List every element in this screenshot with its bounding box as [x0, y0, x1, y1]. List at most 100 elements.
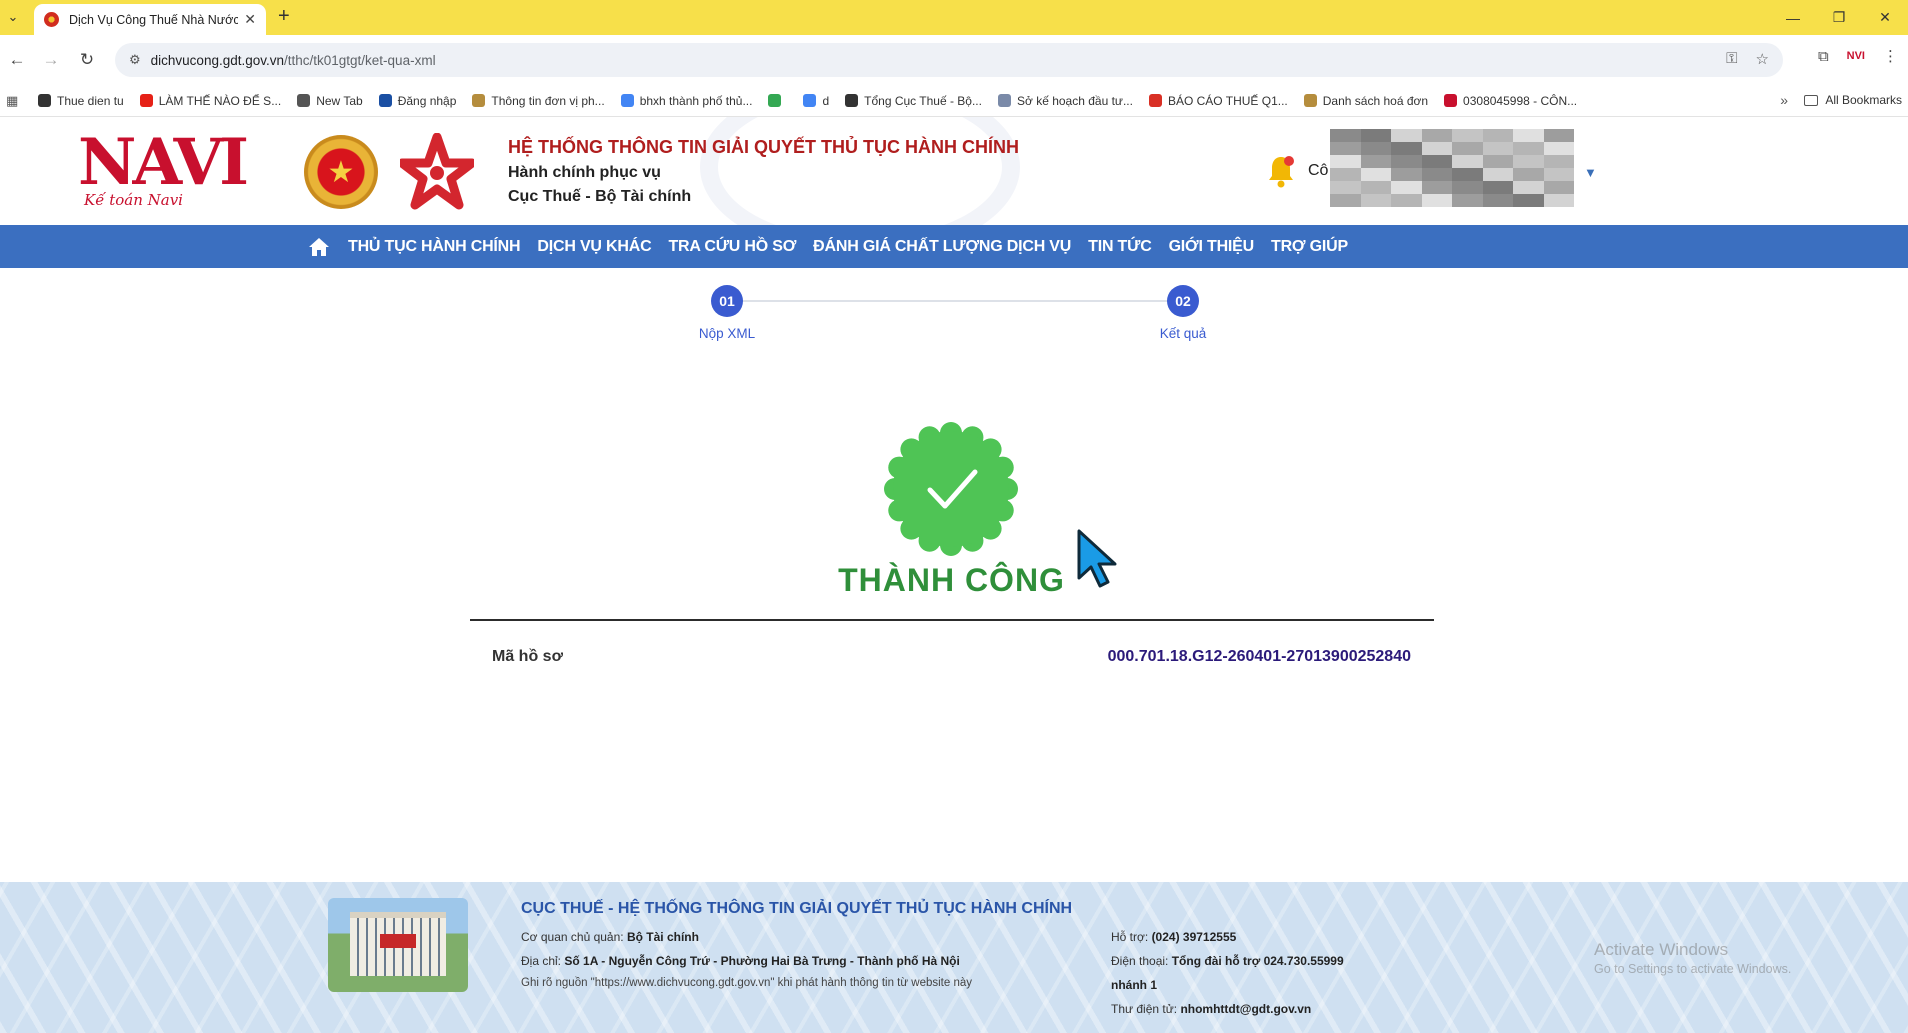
- bookmark-item[interactable]: Tổng Cục Thuế - Bộ...: [845, 94, 982, 108]
- redacted-pixel: [1421, 168, 1452, 181]
- redacted-pixel: [1452, 194, 1483, 207]
- redacted-pixel: [1391, 168, 1422, 181]
- tab-close-icon[interactable]: ✕: [244, 11, 256, 28]
- redacted-pixel: [1482, 194, 1513, 207]
- footer-source-note: Ghi rõ nguồn "https://www.dichvucong.gdt…: [521, 977, 973, 989]
- redacted-pixel: [1330, 194, 1361, 207]
- step-connector: [728, 300, 1184, 302]
- bookmark-item[interactable]: Sở kế hoạch đầu tư...: [997, 94, 1133, 108]
- redacted-pixel: [1421, 155, 1452, 168]
- bookmark-item[interactable]: New Tab: [297, 94, 363, 108]
- bookmark-item[interactable]: [768, 94, 787, 107]
- bookmark-item[interactable]: Đăng nhập: [378, 94, 456, 108]
- back-arrow-icon[interactable]: ←: [4, 47, 30, 73]
- bookmark-favicon-icon: [139, 94, 153, 107]
- url-text: dichvucong.gdt.gov.vn/tthc/tk01gtgt/ket-…: [151, 53, 436, 68]
- bookmark-item[interactable]: Thông tin đơn vị ph...: [472, 94, 605, 108]
- redacted-pixel: [1543, 194, 1574, 207]
- new-tab-plus-icon[interactable]: +: [278, 5, 290, 28]
- footer-phone-ext: nhánh 1: [1111, 978, 1157, 992]
- redacted-pixel: [1452, 181, 1483, 194]
- site-info-icon[interactable]: ⚙: [129, 52, 141, 68]
- bookmark-favicon-icon: [472, 94, 486, 107]
- bookmark-favicon-icon: [620, 94, 634, 107]
- redacted-pixel: [1330, 155, 1361, 168]
- browser-toolbar: ← → ↻ ⚙ dichvucong.gdt.gov.vn/tthc/tk01g…: [0, 35, 1908, 85]
- bookmark-item[interactable]: bhxh thành phố thủ...: [620, 93, 753, 108]
- record-code-label: Mã hồ sơ: [492, 648, 563, 665]
- footer-title: CỤC THUẾ - HỆ THỐNG THÔNG TIN GIẢI QUYẾT…: [521, 900, 1073, 917]
- user-name[interactable]: Cô: [1308, 162, 1328, 180]
- bookmarks-overflow-chevron-icon[interactable]: »: [1780, 92, 1788, 108]
- main-navigation: THỦ TỤC HÀNH CHÍNH DỊCH VỤ KHÁC TRA CỨU HỒ…: [0, 225, 1908, 268]
- bookmark-item[interactable]: 0308045998 - CÔN...: [1444, 94, 1577, 108]
- bookmark-favicon-icon: [803, 94, 817, 107]
- step-1-label: Nộp XML: [698, 326, 756, 341]
- nav-item[interactable]: GIỚI THIỆU: [1169, 238, 1255, 256]
- redacted-pixel: [1543, 181, 1574, 194]
- bookmark-item[interactable]: LÀM THẾ NÀO ĐỂ S...: [139, 94, 281, 108]
- nav-item[interactable]: TIN TỨC: [1088, 238, 1152, 256]
- forward-arrow-icon[interactable]: →: [38, 47, 64, 73]
- footer-address: Địa chỉ: Số 1A - Nguyễn Công Trứ - Phườn…: [521, 954, 960, 968]
- department-name: Cục Thuế - Bộ Tài chính: [508, 188, 692, 205]
- step-2-circle: 02: [1167, 285, 1199, 317]
- tab-search-chevron-icon[interactable]: ⌄: [0, 2, 26, 32]
- bookmark-label: Danh sách hoá đơn: [1322, 93, 1429, 108]
- footer-email: Thư điện tử: nhomhttdt@gdt.gov.vn: [1111, 1002, 1311, 1016]
- redacted-pixel: [1482, 155, 1513, 168]
- bookmark-item[interactable]: d: [803, 94, 829, 108]
- redacted-pixel: [1360, 155, 1391, 168]
- all-bookmarks-folder[interactable]: All Bookmarks: [1804, 93, 1902, 107]
- user-dropdown-chevron-icon[interactable]: ▼: [1584, 165, 1597, 180]
- nav-item[interactable]: THỦ TỤC HÀNH CHÍNH: [348, 238, 521, 256]
- bookmark-label: bhxh thành phố thủ...: [639, 93, 753, 108]
- window-controls: — ❐ ✕: [1770, 0, 1908, 35]
- system-title: HỆ THỐNG THÔNG TIN GIẢI QUYẾT THỦ TỤC HÀ…: [508, 137, 1019, 157]
- system-subtitle: Hành chính phục vụ: [508, 164, 661, 181]
- reload-icon[interactable]: ↻: [74, 47, 100, 73]
- redacted-pixel: [1330, 142, 1361, 155]
- result-divider: [470, 619, 1434, 621]
- minimize-icon[interactable]: —: [1770, 0, 1816, 35]
- nav-item[interactable]: TRỢ GIÚP: [1271, 238, 1348, 256]
- step-1-circle: 01: [711, 285, 743, 317]
- home-icon[interactable]: [308, 235, 334, 259]
- redacted-pixel: [1360, 129, 1391, 142]
- bookmark-item[interactable]: Danh sách hoá đơn: [1303, 93, 1429, 108]
- bookmark-item[interactable]: Thue dien tu: [38, 94, 124, 108]
- address-bar[interactable]: ⚙ dichvucong.gdt.gov.vn/tthc/tk01gtgt/ke…: [115, 43, 1783, 77]
- extensions-puzzle-icon[interactable]: ⧉: [1818, 48, 1829, 65]
- footer-email-label: Thư điện tử:: [1111, 1002, 1178, 1016]
- notification-bell-icon[interactable]: [1266, 153, 1296, 189]
- bookmark-favicon-icon: [38, 94, 51, 107]
- redacted-pixel: [1391, 194, 1422, 207]
- navi-logo[interactable]: NAVI Kế toán Navi: [78, 131, 249, 211]
- bookmark-label: BÁO CÁO THUẾ Q1...: [1167, 93, 1288, 108]
- redacted-pixel: [1421, 142, 1452, 155]
- window-close-icon[interactable]: ✕: [1862, 0, 1908, 35]
- bookmark-item[interactable]: BÁO CÁO THUẾ Q1...: [1148, 93, 1288, 108]
- footer-agency: Cơ quan chủ quản: Bộ Tài chính: [521, 930, 699, 944]
- footer-address-label: Địa chỉ:: [521, 954, 562, 968]
- bookmark-label: d: [822, 93, 830, 108]
- url-path: /tthc/tk01gtgt/ket-qua-xml: [284, 52, 436, 68]
- nav-item[interactable]: ĐÁNH GIÁ CHẤT LƯỢNG DỊCH VỤ: [813, 238, 1071, 256]
- bookmark-favicon-icon: [1148, 94, 1162, 107]
- apps-grid-icon[interactable]: ▦: [6, 93, 24, 109]
- tax-department-logo-icon: [400, 133, 474, 211]
- headquarters-photo: [328, 898, 468, 992]
- footer-phone-ext-value: nhánh 1: [1111, 978, 1158, 992]
- restore-icon[interactable]: ❐: [1816, 0, 1862, 35]
- password-key-icon[interactable]: ⚿: [1726, 50, 1737, 68]
- redacted-pixel: [1360, 181, 1391, 194]
- footer-support: Hỗ trợ: (024) 39712555: [1111, 930, 1236, 944]
- tab-title: Dịch Vụ Công Thuế Nhà Nước: [69, 12, 239, 27]
- menu-kebab-icon[interactable]: ⋮: [1883, 47, 1898, 65]
- bookmark-star-icon[interactable]: ☆: [1756, 50, 1769, 68]
- profile-navi-icon[interactable]: NVI: [1847, 50, 1865, 62]
- redacted-pixel: [1391, 129, 1422, 142]
- nav-item[interactable]: TRA CỨU HỒ SƠ: [668, 238, 796, 256]
- nav-item[interactable]: DỊCH VỤ KHÁC: [537, 238, 651, 256]
- browser-tab-active[interactable]: Dịch Vụ Công Thuế Nhà Nước ✕: [34, 4, 266, 35]
